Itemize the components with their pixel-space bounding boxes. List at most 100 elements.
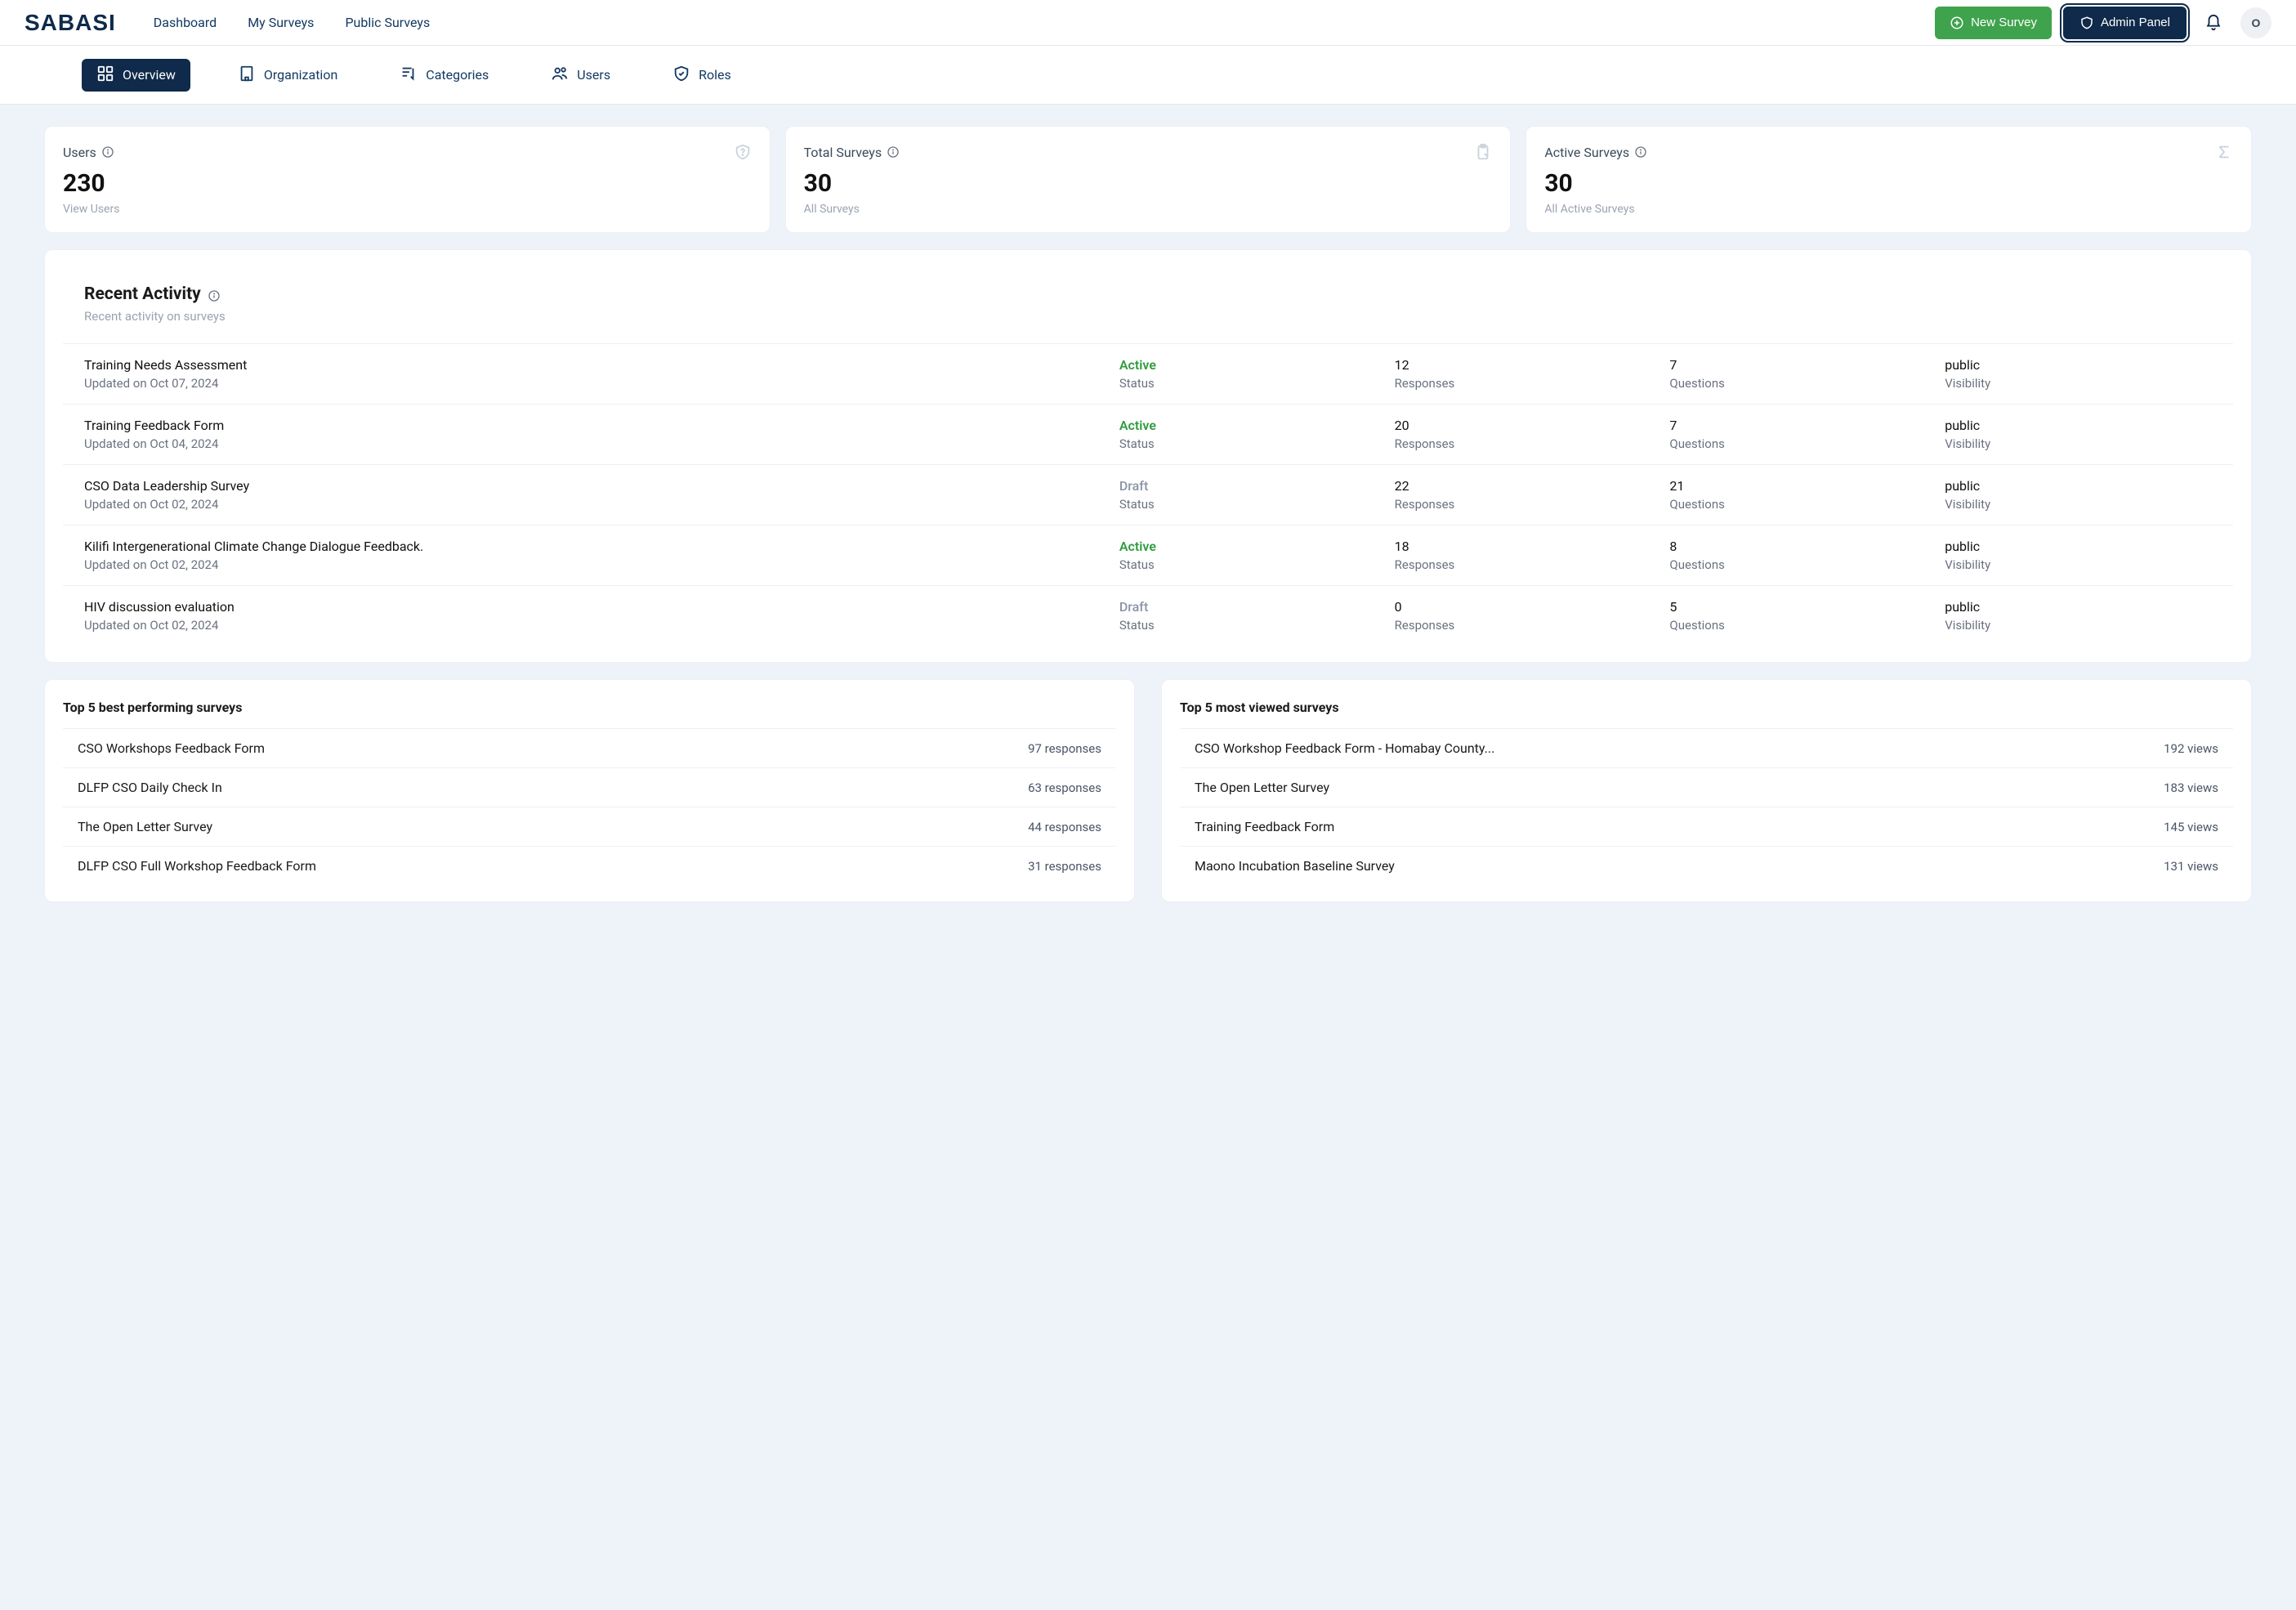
activity-visibility: public bbox=[1945, 478, 2212, 494]
activity-status: Draft bbox=[1119, 599, 1387, 615]
stat-users-link[interactable]: View Users bbox=[63, 203, 752, 216]
tab-overview[interactable]: Overview bbox=[82, 59, 190, 92]
activity-status: Active bbox=[1119, 357, 1387, 373]
stat-total-label: Total Surveys bbox=[804, 145, 882, 160]
activity-responses: 20 bbox=[1395, 418, 1662, 433]
nav-my-surveys[interactable]: My Surveys bbox=[248, 15, 314, 30]
activity-updated: Updated on Oct 02, 2024 bbox=[84, 557, 1111, 572]
list-item[interactable]: Training Feedback Form 145 views bbox=[1180, 807, 2233, 846]
activity-visibility: public bbox=[1945, 418, 2212, 433]
tab-categories[interactable]: Categories bbox=[385, 59, 503, 92]
top-viewed-card: Top 5 most viewed surveys CSO Workshop F… bbox=[1161, 679, 2252, 902]
stat-total-link[interactable]: All Surveys bbox=[804, 203, 1493, 216]
activity-row[interactable]: Kilifi Intergenerational Climate Change … bbox=[63, 525, 2233, 585]
topbar-right: New Survey Admin Panel O bbox=[1935, 7, 2271, 39]
notifications-button[interactable] bbox=[2198, 7, 2229, 38]
list-item-name: CSO Workshops Feedback Form bbox=[78, 740, 265, 756]
tab-organization[interactable]: Organization bbox=[223, 59, 352, 92]
activity-updated: Updated on Oct 04, 2024 bbox=[84, 436, 1111, 451]
activity-responses-label: Responses bbox=[1395, 436, 1662, 451]
activity-visibility-label: Visibility bbox=[1945, 376, 2212, 391]
activity-questions-label: Questions bbox=[1669, 436, 1936, 451]
sort-icon bbox=[400, 65, 418, 86]
activity-visibility: public bbox=[1945, 599, 2212, 615]
admin-panel-button[interactable]: Admin Panel bbox=[2063, 7, 2187, 39]
list-item-metric: 63 responses bbox=[1028, 780, 1101, 795]
activity-status-label: Status bbox=[1119, 497, 1387, 512]
sigma-icon bbox=[2215, 143, 2233, 161]
admin-subnav: Overview Organization Categories Users R… bbox=[0, 46, 2296, 105]
activity-name: Kilifi Intergenerational Climate Change … bbox=[84, 539, 1111, 554]
clipboard-icon bbox=[1474, 143, 1492, 161]
tab-roles[interactable]: Roles bbox=[658, 59, 746, 92]
new-survey-label: New Survey bbox=[1971, 16, 2037, 29]
nav-dashboard[interactable]: Dashboard bbox=[154, 15, 217, 30]
info-icon[interactable] bbox=[208, 288, 221, 301]
primary-nav: Dashboard My Surveys Public Surveys bbox=[154, 15, 430, 30]
activity-questions-label: Questions bbox=[1669, 557, 1936, 572]
list-item-name: DLFP CSO Daily Check In bbox=[78, 780, 222, 795]
stat-users-label: Users bbox=[63, 145, 96, 160]
info-icon[interactable] bbox=[101, 145, 114, 159]
activity-questions: 7 bbox=[1669, 418, 1936, 433]
activity-row[interactable]: Training Feedback FormUpdated on Oct 04,… bbox=[63, 404, 2233, 464]
list-item[interactable]: CSO Workshops Feedback Form97 responses bbox=[63, 728, 1116, 767]
activity-responses-label: Responses bbox=[1395, 557, 1662, 572]
top-viewed-list: CSO Workshop Feedback Form - Homabay Cou… bbox=[1180, 728, 2233, 885]
dashboard-icon bbox=[96, 65, 114, 86]
activity-responses-label: Responses bbox=[1395, 618, 1662, 633]
tab-roles-label: Roles bbox=[699, 67, 731, 83]
stat-total-value: 30 bbox=[804, 169, 1493, 198]
list-item[interactable]: DLFP CSO Daily Check In 63 responses bbox=[63, 767, 1116, 807]
activity-updated: Updated on Oct 02, 2024 bbox=[84, 618, 1111, 633]
list-item-metric: 131 views bbox=[2164, 859, 2218, 874]
info-icon[interactable] bbox=[1634, 145, 1647, 159]
activity-responses: 12 bbox=[1395, 357, 1662, 373]
stat-total-card: Total Surveys 30 All Surveys bbox=[785, 126, 1512, 233]
shield-check-icon bbox=[672, 65, 690, 86]
stat-active-card: Active Surveys 30 All Active Surveys bbox=[1525, 126, 2252, 233]
activity-visibility: public bbox=[1945, 539, 2212, 554]
activity-updated: Updated on Oct 02, 2024 bbox=[84, 497, 1111, 512]
list-item-metric: 145 views bbox=[2164, 820, 2218, 834]
activity-row[interactable]: Training Needs AssessmentUpdated on Oct … bbox=[63, 343, 2233, 404]
list-item[interactable]: Maono Incubation Baseline Survey131 view… bbox=[1180, 846, 2233, 885]
tab-users[interactable]: Users bbox=[536, 59, 625, 92]
list-item-name: The Open Letter Survey bbox=[78, 819, 212, 834]
list-item[interactable]: CSO Workshop Feedback Form - Homabay Cou… bbox=[1180, 728, 2233, 767]
new-survey-button[interactable]: New Survey bbox=[1935, 7, 2052, 39]
tab-users-label: Users bbox=[577, 67, 610, 83]
activity-responses-label: Responses bbox=[1395, 376, 1662, 391]
activity-row[interactable]: HIV discussion evaluationUpdated on Oct … bbox=[63, 585, 2233, 646]
activity-status-label: Status bbox=[1119, 618, 1387, 633]
activity-questions: 7 bbox=[1669, 357, 1936, 373]
list-item[interactable]: The Open Letter Survey183 views bbox=[1180, 767, 2233, 807]
activity-status: Draft bbox=[1119, 478, 1387, 494]
activity-responses: 22 bbox=[1395, 478, 1662, 494]
stat-active-label: Active Surveys bbox=[1544, 145, 1629, 160]
nav-public-surveys[interactable]: Public Surveys bbox=[345, 15, 430, 30]
activity-questions: 8 bbox=[1669, 539, 1936, 554]
top-viewed-title: Top 5 most viewed surveys bbox=[1180, 696, 2233, 728]
plus-circle-icon bbox=[1950, 16, 1964, 30]
list-item[interactable]: The Open Letter Survey44 responses bbox=[63, 807, 1116, 846]
activity-name: Training Needs Assessment bbox=[84, 357, 1111, 373]
list-item[interactable]: DLFP CSO Full Workshop Feedback Form31 r… bbox=[63, 846, 1116, 885]
stat-grid: Users 230 View Users Total Surveys 30 Al… bbox=[44, 126, 2252, 233]
info-icon[interactable] bbox=[887, 145, 900, 159]
activity-status-label: Status bbox=[1119, 557, 1387, 572]
activity-row[interactable]: CSO Data Leadership SurveyUpdated on Oct… bbox=[63, 464, 2233, 525]
brand-logo[interactable]: SABASI bbox=[25, 10, 116, 36]
users-icon bbox=[551, 65, 569, 86]
list-item-name: DLFP CSO Full Workshop Feedback Form bbox=[78, 858, 316, 874]
page-content: Users 230 View Users Total Surveys 30 Al… bbox=[0, 105, 2296, 935]
activity-status-label: Status bbox=[1119, 436, 1387, 451]
activity-visibility-label: Visibility bbox=[1945, 436, 2212, 451]
tab-organization-label: Organization bbox=[264, 67, 337, 83]
tab-categories-label: Categories bbox=[426, 67, 489, 83]
top-best-title: Top 5 best performing surveys bbox=[63, 696, 1116, 728]
activity-questions-label: Questions bbox=[1669, 376, 1936, 391]
list-item-name: Training Feedback Form bbox=[1195, 819, 1334, 834]
stat-active-link[interactable]: All Active Surveys bbox=[1544, 203, 2233, 216]
avatar-button[interactable]: O bbox=[2240, 7, 2271, 38]
